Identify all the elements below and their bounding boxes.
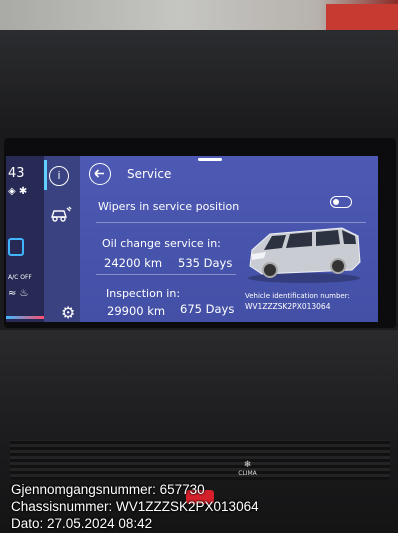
oil-change-days: 535 Days (178, 256, 233, 270)
inspection-km: 29900 km (107, 304, 166, 318)
background-red-object (326, 4, 398, 30)
back-arrow-icon[interactable] (89, 163, 111, 185)
oil-change-heading: Oil change service in: (102, 237, 221, 250)
gear-icon[interactable]: ⚙ (61, 303, 75, 322)
inspection-days: 675 Days (180, 302, 235, 316)
page-title: Service (127, 167, 172, 181)
toggle-knob (333, 199, 339, 205)
active-tab-indicator (44, 160, 47, 190)
info-icon[interactable]: i (49, 166, 69, 186)
oil-change-km: 24200 km (104, 256, 163, 270)
snowflake-icon: ❄ (243, 460, 252, 470)
climate-tile[interactable] (8, 238, 24, 256)
left-climate-panel: 43 ◈ ✱ A/C OFF ≈ ♨ (6, 156, 44, 322)
car-service-icon[interactable] (50, 205, 72, 223)
wipers-label: Wipers in service position (98, 200, 240, 213)
clima-button[interactable]: ❄ CLIMA (225, 460, 270, 482)
overlay-line-1: Gjennomgangsnummer: 657730 (11, 482, 205, 497)
overlay-line-2: Chassisnummer: WV1ZZZSK2PX013064 (11, 499, 259, 514)
drag-handle[interactable] (198, 158, 222, 161)
air-vent (10, 440, 390, 480)
clima-label: CLIMA (238, 470, 257, 477)
overlay-line-3: Dato: 27.05.2024 08:42 (11, 516, 153, 531)
seat-icon[interactable]: ◈ ✱ (8, 186, 27, 197)
divider (96, 274, 236, 275)
dashboard-upper (0, 30, 398, 140)
vin-label: Vehicle identification number: (245, 292, 350, 300)
temperature-value: 43 (8, 166, 25, 181)
seat-heat-icon[interactable]: ≈ ♨ (8, 288, 29, 299)
ac-label[interactable]: A/C OFF (8, 274, 32, 281)
toggle-switch[interactable] (330, 196, 352, 208)
temperature-bar (6, 316, 44, 319)
vin-value: WV1ZZZSK2PX013064 (245, 302, 331, 311)
vehicle-image (242, 222, 364, 284)
inspection-heading: Inspection in: (106, 287, 181, 300)
